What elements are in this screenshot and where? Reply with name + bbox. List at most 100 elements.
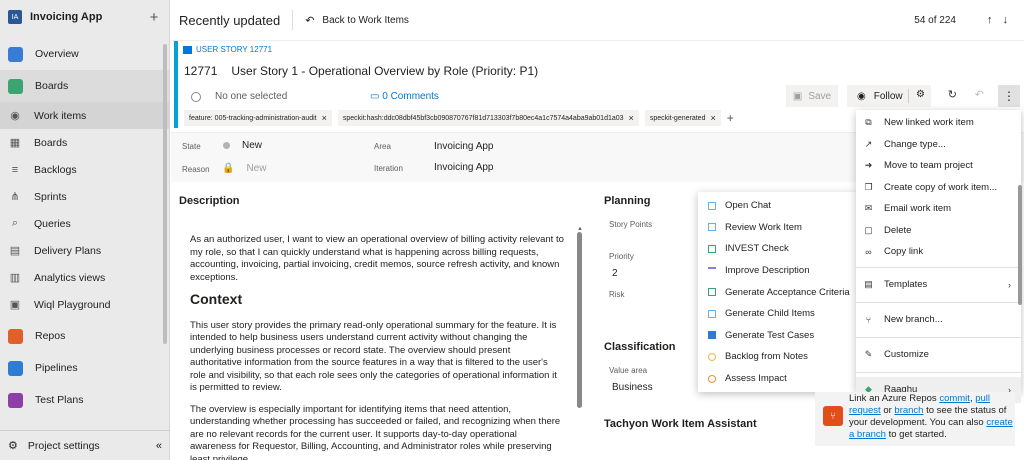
remove-tag-icon[interactable]: × [710, 113, 715, 123]
work-item-type-label[interactable]: USER STORY 12771 [196, 45, 272, 54]
save-button[interactable]: ▣ Save [786, 85, 838, 107]
remove-tag-icon[interactable]: × [322, 113, 327, 123]
remove-tag-icon[interactable]: × [629, 113, 634, 123]
menu-item-generate-acceptance-criteria[interactable]: Generate Acceptance Criteria [698, 281, 856, 303]
classification-heading: Classification [604, 341, 676, 353]
sidebar-item-pipelines[interactable]: Pipelines [0, 352, 169, 384]
sidebar-item-label: Wiql Playground [34, 298, 111, 311]
more-icon: ⋮ [1003, 89, 1015, 103]
branch-icon: ⑂ [823, 406, 843, 426]
undo-icon[interactable]: ↶ [975, 88, 984, 101]
sidebar-item-boards-sub[interactable]: ▦ Boards [0, 129, 169, 156]
sidebar-item-label: Delivery Plans [34, 244, 102, 257]
sidebar-item-wiql-playground[interactable]: ▣ Wiql Playground [0, 291, 169, 318]
value-area-value[interactable]: Business [612, 382, 653, 393]
value-area-label: Value area [609, 366, 648, 375]
menu-item-review-work-item[interactable]: Review Work Item [698, 217, 856, 239]
assigned-to-field[interactable]: No one selected [191, 91, 287, 102]
commit-link[interactable]: commit [939, 393, 970, 404]
state-label: State [182, 142, 201, 151]
description-editor[interactable]: As an authorized user, I want to view an… [190, 234, 564, 460]
back-label: Back to Work Items [322, 14, 409, 26]
menu-item-open-chat[interactable]: Open Chat [698, 195, 856, 217]
tag[interactable]: speckit-generated × [644, 110, 721, 126]
menu-item-email-work-item[interactable]: ✉ Email work item [856, 198, 1021, 220]
description-scrollbar[interactable] [577, 232, 582, 408]
refresh-icon[interactable]: ↻ [948, 88, 957, 101]
menu-item-new-branch[interactable]: ⑂ New branch... [856, 307, 1021, 333]
sidebar-item-delivery-plans[interactable]: ▤ Delivery Plans [0, 237, 169, 264]
priority-value[interactable]: 2 [612, 268, 618, 279]
sidebar-item-boards[interactable]: Boards [0, 70, 169, 102]
menu-item-backlog-from-notes[interactable]: Backlog from Notes [698, 346, 856, 368]
menu-item-generate-test-cases[interactable]: Generate Test Cases [698, 325, 856, 347]
sidebar-item-queries[interactable]: ⌕ Queries [0, 210, 169, 237]
work-item-title-text[interactable]: User Story 1 - Operational Overview by R… [231, 64, 538, 78]
menu-item-customize[interactable]: ✎ Customize [856, 342, 1021, 368]
menu-item-label: Move to team project [884, 160, 973, 172]
description-paragraph: As an authorized user, I want to view an… [190, 234, 564, 283]
follow-settings-icon[interactable]: ⚙ [916, 89, 925, 100]
menu-item-delete[interactable]: ▢ Delete [856, 220, 1021, 242]
menu-item-new-linked-work-item[interactable]: ⧉ New linked work item [856, 112, 1021, 134]
tachyon-menu: Open Chat Review Work Item INVEST Check … [698, 192, 856, 392]
sidebar-item-test-plans[interactable]: Test Plans [0, 384, 169, 416]
sidebar-item-label: Queries [34, 217, 71, 230]
menu-item-move-to-team-project[interactable]: ➜ Move to team project [856, 155, 1021, 177]
next-item-icon[interactable]: ↓ [1003, 14, 1009, 26]
menu-item-improve-description[interactable]: Improve Description [698, 260, 856, 282]
iteration-value[interactable]: Invoicing App [434, 162, 494, 173]
eye-icon: ◉ [857, 90, 866, 102]
more-actions-menu: ⧉ New linked work item ↗ Change type... ➜ M… [856, 110, 1021, 403]
state-dot [223, 142, 230, 149]
reason-value: New [246, 163, 267, 174]
area-value[interactable]: Invoicing App [434, 141, 494, 152]
tag[interactable]: feature: 005-tracking-administration-aud… [184, 110, 332, 126]
menu-item-change-type[interactable]: ↗ Change type... [856, 134, 1021, 156]
add-tag-icon[interactable]: + [727, 111, 734, 125]
branch-link[interactable]: branch [894, 405, 923, 416]
tag[interactable]: speckit:hash:ddc08dbf45bf3cb090870767f81… [337, 110, 639, 126]
sidebar-item-work-items[interactable]: ◉ Work items [0, 102, 169, 129]
sidebar-item-overview[interactable]: Overview [0, 38, 169, 70]
collapse-sidebar-icon[interactable]: « [156, 440, 162, 452]
description-heading: Description [179, 195, 240, 207]
sidebar-item-label: Work items [34, 109, 87, 122]
project-name[interactable]: Invoicing App [30, 11, 147, 23]
description-paragraph: The overview is especially important for… [190, 403, 561, 460]
more-actions-button[interactable]: ⋮ [998, 85, 1020, 107]
delete-icon: ▢ [864, 224, 873, 235]
state-field[interactable]: New [223, 140, 262, 151]
sidebar-item-backlogs[interactable]: ≡ Backlogs [0, 156, 169, 183]
priority-label: Priority [609, 252, 634, 261]
menu-item-generate-child-items[interactable]: Generate Child Items [698, 303, 856, 325]
item-counter: 54 of 224 [914, 14, 956, 26]
add-icon[interactable]: + [147, 9, 161, 26]
follow-button[interactable]: ◉ Follow ⚙ [847, 85, 931, 107]
menu-item-templates[interactable]: ▤ Templates › [856, 272, 1021, 298]
menu-item-copy-link[interactable]: ∞ Copy link [856, 241, 1021, 263]
tag-label: speckit:hash:ddc08dbf45bf3cb090870767f81… [342, 114, 624, 122]
sidebar-item-sprints[interactable]: ⋔ Sprints [0, 183, 169, 210]
sidebar-item-repos[interactable]: Repos [0, 320, 169, 352]
menu-item-assess-impact[interactable]: Assess Impact [698, 368, 856, 390]
sidebar-item-label: Pipelines [35, 362, 78, 374]
sidebar-scrollbar[interactable] [163, 44, 167, 344]
tags-row: feature: 005-tracking-administration-aud… [184, 110, 734, 126]
story-points-label: Story Points [609, 220, 653, 229]
back-to-work-items-link[interactable]: ↶ Back to Work Items [305, 14, 409, 27]
previous-item-icon[interactable]: ↑ [987, 14, 993, 26]
project-settings[interactable]: ⚙ Project settings « [0, 430, 170, 460]
wand-icon [708, 266, 716, 275]
sidebar-item-label: Repos [35, 330, 66, 342]
sidebar-item-label: Analytics views [34, 271, 106, 284]
menu-item-invest-check[interactable]: INVEST Check [698, 238, 856, 260]
comments-link[interactable]: ▭ 0 Comments [370, 91, 439, 102]
page-scrollbar[interactable] [1018, 185, 1022, 305]
project-badge: IA [8, 10, 22, 24]
item-nav: ↑ ↓ [987, 14, 1008, 26]
sidebar-item-analytics-views[interactable]: ▥ Analytics views [0, 264, 169, 291]
chevron-right-icon: › [1008, 279, 1011, 290]
menu-item-create-copy[interactable]: ❐ Create copy of work item... [856, 177, 1021, 199]
reason-field[interactable]: 🔒 New [222, 163, 266, 174]
